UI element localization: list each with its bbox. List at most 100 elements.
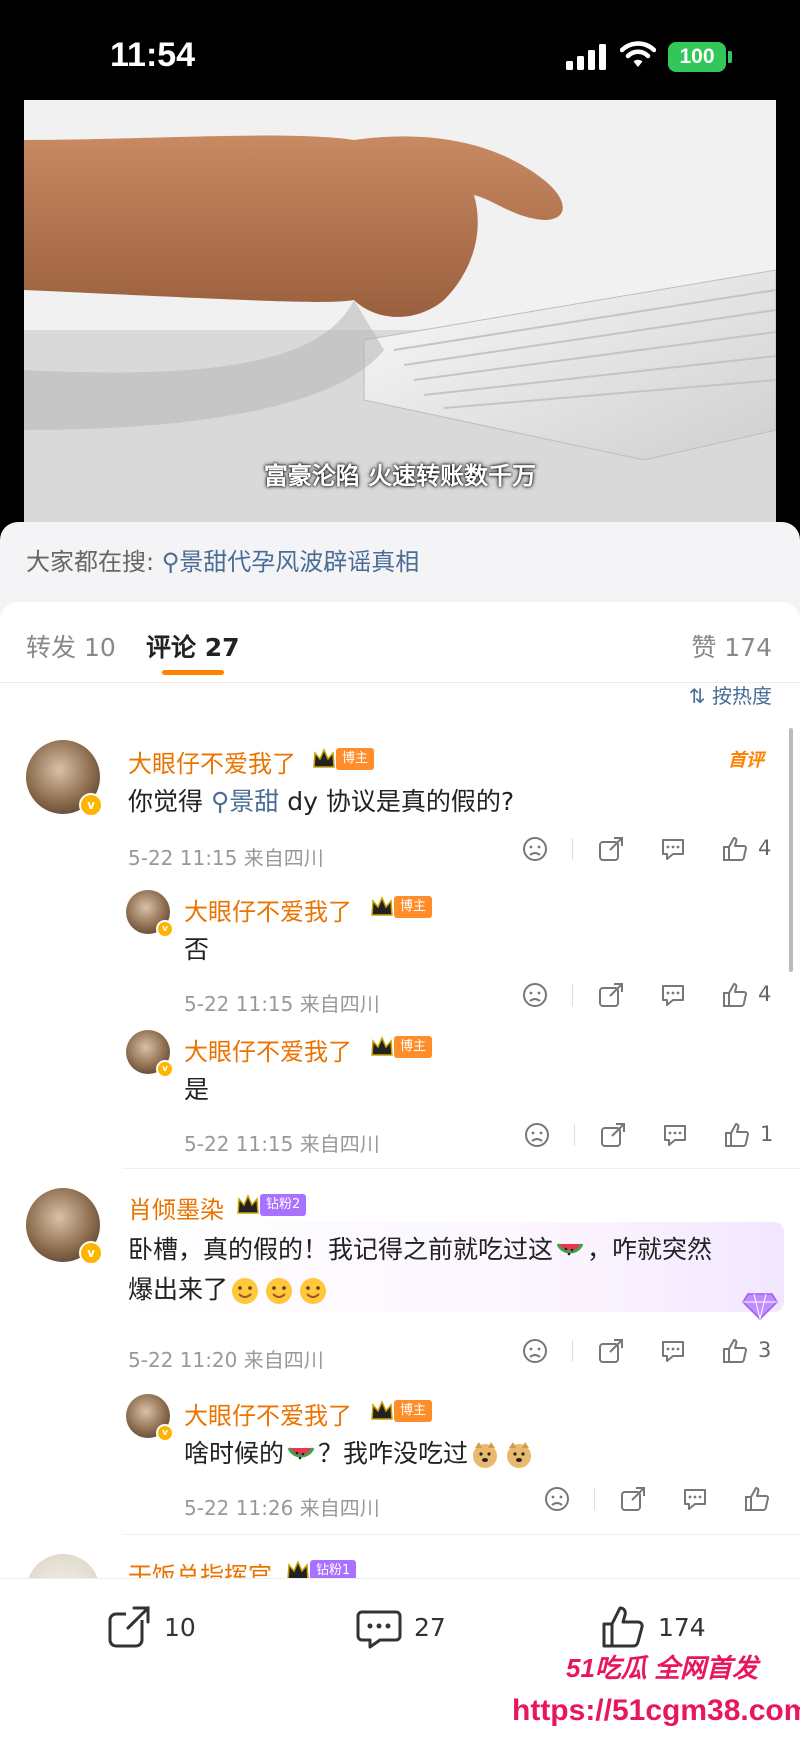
reply-username[interactable]: 大眼仔不爱我了 xyxy=(184,1032,352,1067)
comment-button[interactable]: 27 xyxy=(356,1604,446,1650)
reply-text: 是 xyxy=(184,1075,210,1104)
blogger-tag: 博主 xyxy=(394,1036,433,1058)
avatar[interactable]: v xyxy=(126,1030,174,1078)
reply-text: 啥时候的 ？我咋没吃过 xyxy=(184,1434,536,1474)
comment-username[interactable]: 肖倾墨染 xyxy=(128,1190,224,1225)
action-separator xyxy=(594,1488,595,1510)
verified-icon: v xyxy=(79,793,103,817)
comment-icon[interactable] xyxy=(662,1122,688,1148)
verified-icon: v xyxy=(156,1060,174,1078)
drool-face-emoji-icon xyxy=(300,1278,327,1304)
battery-indicator: 100 xyxy=(668,42,726,72)
doge-emoji-icon xyxy=(473,1442,498,1468)
repost-button[interactable]: 10 xyxy=(106,1604,196,1650)
hot-search-query[interactable]: 景甜代孕风波辟谣真相 xyxy=(179,548,419,576)
comment-icon[interactable] xyxy=(660,1338,686,1364)
repost-icon[interactable] xyxy=(600,1122,626,1148)
dislike-icon[interactable] xyxy=(522,836,548,862)
thumbs-up-icon[interactable] xyxy=(744,1486,770,1512)
reply-username[interactable]: 大眼仔不爱我了 xyxy=(184,1396,352,1431)
reply-meta: 5-22 11:15 来自四川 xyxy=(184,992,380,1016)
blogger-tag: 博主 xyxy=(394,1400,433,1422)
watermark-url: https://51cgm38.com xyxy=(512,1694,800,1727)
reply-meta: 5-22 11:15 来自四川 xyxy=(184,1132,380,1156)
drool-face-emoji-icon xyxy=(266,1278,293,1304)
crown-icon xyxy=(313,748,335,768)
verified-icon: v xyxy=(156,1424,174,1442)
signal-icon xyxy=(566,44,606,70)
reply-text: 否 xyxy=(184,935,210,964)
scrollbar[interactable] xyxy=(789,728,793,972)
avatar[interactable]: v xyxy=(126,1394,174,1442)
sort-icon: ⇅ xyxy=(688,684,712,708)
tab-likes[interactable]: 赞 174 xyxy=(691,628,772,664)
comment-icon xyxy=(356,1610,402,1649)
watermelon-emoji-icon xyxy=(287,1447,315,1460)
action-separator xyxy=(574,1124,575,1146)
comment-meta: 5-22 11:20 来自四川 xyxy=(128,1348,324,1372)
watermark-title: 51吃瓜 全网首发 xyxy=(566,1653,759,1683)
drool-face-emoji-icon xyxy=(232,1278,259,1304)
comment-username[interactable]: 大眼仔不爱我了 xyxy=(128,744,296,779)
status-time: 11:54 xyxy=(110,36,196,74)
comment-text: 卧槽，真的假的！我记得之前就吃过这 ，咋就突然 爆出来了 xyxy=(128,1235,713,1304)
like-button[interactable]: 174 xyxy=(600,1604,706,1650)
comment-text: 你觉得 ⚲景甜 dy 协议是真的假的? xyxy=(128,787,515,816)
first-comment-badge: 首评 xyxy=(728,750,764,771)
repost-count: 10 xyxy=(164,1612,196,1642)
comment-meta: 5-22 11:15 来自四川 xyxy=(128,846,324,870)
status-bar: 11:54 100 xyxy=(0,0,800,100)
comments-card xyxy=(0,602,800,1739)
repost-icon xyxy=(108,1606,150,1648)
topic-link[interactable]: 景甜 xyxy=(229,787,279,816)
reply-meta: 5-22 11:26 来自四川 xyxy=(184,1496,380,1520)
search-icon: ⚲ xyxy=(161,548,180,576)
dislike-icon[interactable] xyxy=(544,1486,570,1512)
thumbs-up-icon xyxy=(602,1606,644,1648)
video-subtitle: 富豪沦陷 火速转账数千万 xyxy=(263,462,537,490)
tab-comments[interactable]: 评论 27 xyxy=(146,628,240,664)
tab-repost[interactable]: 转发 10 xyxy=(26,628,116,664)
crown-icon xyxy=(237,1194,259,1214)
comment-icon[interactable] xyxy=(660,836,686,862)
hot-search-prefix: 大家都在搜: xyxy=(26,548,162,576)
battery-cap xyxy=(728,51,732,63)
comment-icon[interactable] xyxy=(660,982,686,1008)
like-count: 4 xyxy=(758,836,772,860)
video-player[interactable]: 富豪沦陷 火速转账数千万 xyxy=(24,100,776,530)
like-count: 4 xyxy=(758,982,772,1006)
avatar[interactable]: v xyxy=(26,740,103,817)
doge-emoji-icon xyxy=(507,1442,532,1468)
crown-icon xyxy=(371,1400,393,1420)
comment-icon[interactable] xyxy=(682,1486,708,1512)
crown-icon xyxy=(371,896,393,916)
hot-search-banner[interactable]: 大家都在搜: ⚲景甜代孕风波辟谣真相 xyxy=(26,542,419,577)
sort-label: 按热度 xyxy=(712,684,772,708)
thumbs-up-icon[interactable] xyxy=(722,836,748,862)
action-separator xyxy=(572,1340,573,1362)
diamond-fan-tag: 钻粉2 xyxy=(260,1194,307,1216)
action-separator xyxy=(572,984,573,1006)
reply-username[interactable]: 大眼仔不爱我了 xyxy=(184,892,352,927)
like-count: 1 xyxy=(760,1122,774,1146)
avatar[interactable]: v xyxy=(126,890,174,938)
comment-divider xyxy=(122,1168,800,1169)
comment-count: 27 xyxy=(414,1612,446,1642)
dislike-icon[interactable] xyxy=(522,982,548,1008)
avatar[interactable]: v xyxy=(26,1188,103,1265)
verified-icon: v xyxy=(79,1241,103,1265)
repost-icon[interactable] xyxy=(598,982,624,1008)
blogger-tag: 博主 xyxy=(336,748,375,770)
repost-icon[interactable] xyxy=(620,1486,646,1512)
repost-icon[interactable] xyxy=(598,1338,624,1364)
sort-by-hot-button[interactable]: ⇅ 按热度 xyxy=(689,680,772,709)
active-tab-indicator xyxy=(162,670,224,675)
thumbs-up-icon[interactable] xyxy=(722,982,748,1008)
thumbs-up-icon[interactable] xyxy=(724,1122,750,1148)
dislike-icon[interactable] xyxy=(522,1338,548,1364)
thumbs-up-icon[interactable] xyxy=(722,1338,748,1364)
like-count: 3 xyxy=(758,1338,772,1362)
like-count: 174 xyxy=(658,1612,706,1642)
repost-icon[interactable] xyxy=(598,836,624,862)
dislike-icon[interactable] xyxy=(524,1122,550,1148)
